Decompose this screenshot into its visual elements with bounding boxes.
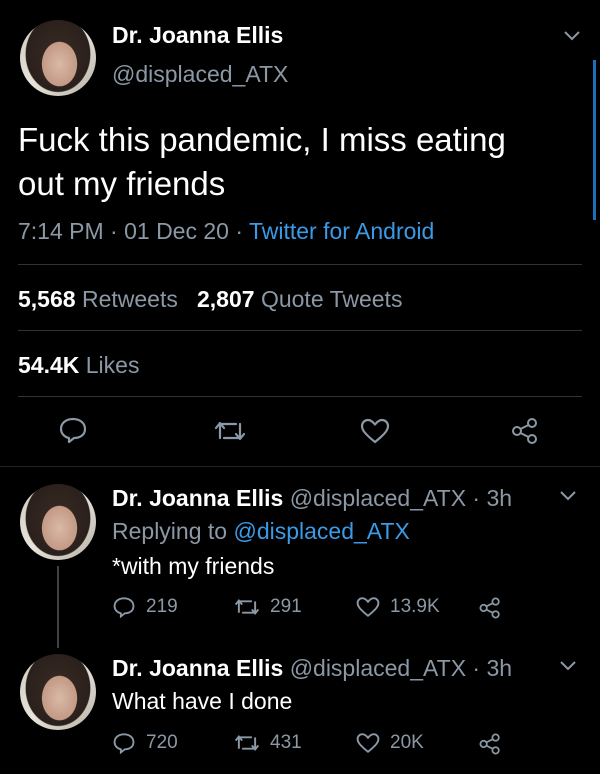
reply-header: Dr. Joanna Ellis @displaced_ATX · 3h [112,485,512,512]
retweet-icon[interactable] [214,418,246,444]
share-icon[interactable] [478,596,502,620]
tweet-text: Fuck this pandemic, I miss eating out my… [18,118,506,206]
retweet-count: 431 [270,732,302,753]
reply-text: *with my friends [112,553,275,579]
retweets-stat[interactable]: 5,568 Retweets [18,286,178,312]
replying-to: Replying to @displaced_ATX [112,518,410,545]
like-button[interactable]: 13.9K [356,596,440,618]
retweet-count: 291 [270,596,302,617]
retweet-icon [234,596,260,618]
tweet-source-link[interactable]: Twitter for Android [249,218,434,244]
reply-author-name[interactable]: Dr. Joanna Ellis [112,655,283,681]
section-divider [0,466,600,467]
reply-header: Dr. Joanna Ellis @displaced_ATX · 3h [112,655,512,682]
divider [18,264,582,265]
scroll-indicator [593,60,596,220]
retweets-label: Retweets [81,286,178,312]
share-icon[interactable] [510,416,540,446]
reply-button[interactable]: 219 [112,596,178,618]
like-button[interactable]: 20K [356,732,424,754]
like-icon [356,732,380,754]
like-icon [356,596,380,618]
chevron-down-icon[interactable] [558,660,578,672]
thread-line [57,566,59,648]
divider [18,396,582,397]
chevron-down-icon[interactable] [558,490,578,502]
reply-author-name[interactable]: Dr. Joanna Ellis [112,485,283,511]
engagement-stats: 5,568 Retweets 2,807 Quote Tweets [18,286,402,313]
reply-action-bar: 219 291 13.9K [112,596,552,624]
reply-avatar[interactable] [20,484,96,560]
tweet-time: 7:14 PM · 01 Dec 20 · [18,218,249,244]
retweet-icon [234,732,260,754]
divider [18,330,582,331]
tweet-text-line1: Fuck this pandemic, I miss eating [18,121,506,158]
reply-button[interactable]: 720 [112,732,178,754]
author-handle[interactable]: @displaced_ATX [112,61,288,88]
likes-count: 54.4K [18,352,80,378]
author-avatar[interactable] [20,20,96,96]
quotes-count: 2,807 [197,286,255,312]
tweet-meta: 7:14 PM · 01 Dec 20 · Twitter for Androi… [18,218,434,245]
reply-icon [112,732,136,754]
share-icon[interactable] [478,732,502,756]
author-name[interactable]: Dr. Joanna Ellis [112,22,283,49]
like-count: 13.9K [390,596,440,617]
reply-action-bar: 720 431 20K [112,732,552,760]
reply-avatar[interactable] [20,654,96,730]
reply-count: 720 [146,732,178,753]
retweet-button[interactable]: 431 [234,732,302,754]
replying-prefix: Replying to [112,518,234,544]
retweet-button[interactable]: 291 [234,596,302,618]
reply-icon [112,596,136,618]
like-count: 20K [390,732,424,753]
reply-text: What have I done [112,688,293,714]
tweet-text-line2: out my friends [18,165,226,202]
like-icon[interactable] [360,418,390,444]
reply-icon[interactable] [58,416,88,444]
quotes-stat[interactable]: 2,807 Quote Tweets [197,286,402,312]
retweets-count: 5,568 [18,286,76,312]
likes-stat[interactable]: 54.4K Likes [18,352,139,379]
reply-count: 219 [146,596,178,617]
replying-handle-link[interactable]: @displaced_ATX [233,518,409,544]
quotes-label: Quote Tweets [260,286,403,312]
likes-label: Likes [85,352,140,378]
chevron-down-icon[interactable] [562,30,582,42]
reply-handle-time[interactable]: @displaced_ATX · 3h [290,655,512,681]
reply-handle-time[interactable]: @displaced_ATX · 3h [290,485,512,511]
